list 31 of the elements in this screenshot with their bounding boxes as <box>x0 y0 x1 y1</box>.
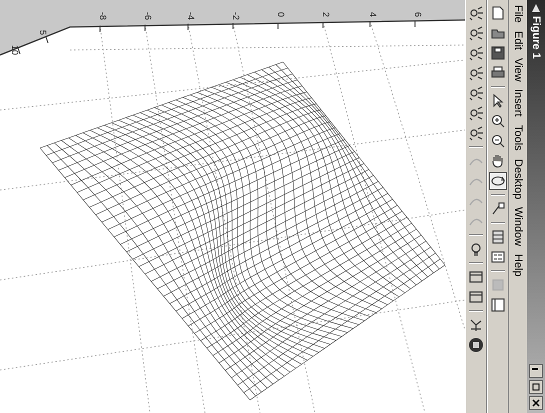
menu-item[interactable]: Desktop <box>512 158 524 199</box>
menu-item[interactable]: Edit <box>512 30 524 50</box>
stop-icon[interactable] <box>467 336 485 354</box>
restore-icon <box>532 383 540 391</box>
axis-tick-label: -4 <box>186 12 196 20</box>
save-icon[interactable] <box>489 44 507 62</box>
axis-tick-label: 10 <box>10 45 20 56</box>
close-button[interactable] <box>529 396 543 410</box>
axis-tick-label: 5 <box>38 30 48 36</box>
menu-item[interactable]: Tools <box>512 124 524 151</box>
rotate-icon[interactable] <box>489 172 507 190</box>
menu-item[interactable]: Help <box>512 254 524 277</box>
menu-item[interactable]: Window <box>512 206 524 246</box>
axis-tick-label: -2 <box>231 12 241 20</box>
axis-tick-label: -6 <box>143 12 153 20</box>
menu-item[interactable]: View <box>512 58 524 82</box>
zoom-out-icon[interactable] <box>489 132 507 150</box>
axis-tick-label: 0 <box>276 12 286 18</box>
maximize-button[interactable] <box>529 380 543 394</box>
minimize-button[interactable] <box>529 364 543 378</box>
app-icon <box>531 3 541 13</box>
window-title: Figure 1 <box>530 16 542 59</box>
panel-icon[interactable] <box>489 296 507 314</box>
menu-item[interactable]: File <box>512 5 524 23</box>
axis-tick-label: 6 <box>413 12 423 18</box>
axis-tick-label: 4 <box>368 12 378 18</box>
zoom-in-icon[interactable] <box>489 112 507 130</box>
menu-item[interactable]: Insert <box>512 89 524 117</box>
axis-tick-label: -8 <box>98 12 108 20</box>
axis-tick-label: 2 <box>321 12 331 18</box>
close-icon <box>532 399 540 407</box>
